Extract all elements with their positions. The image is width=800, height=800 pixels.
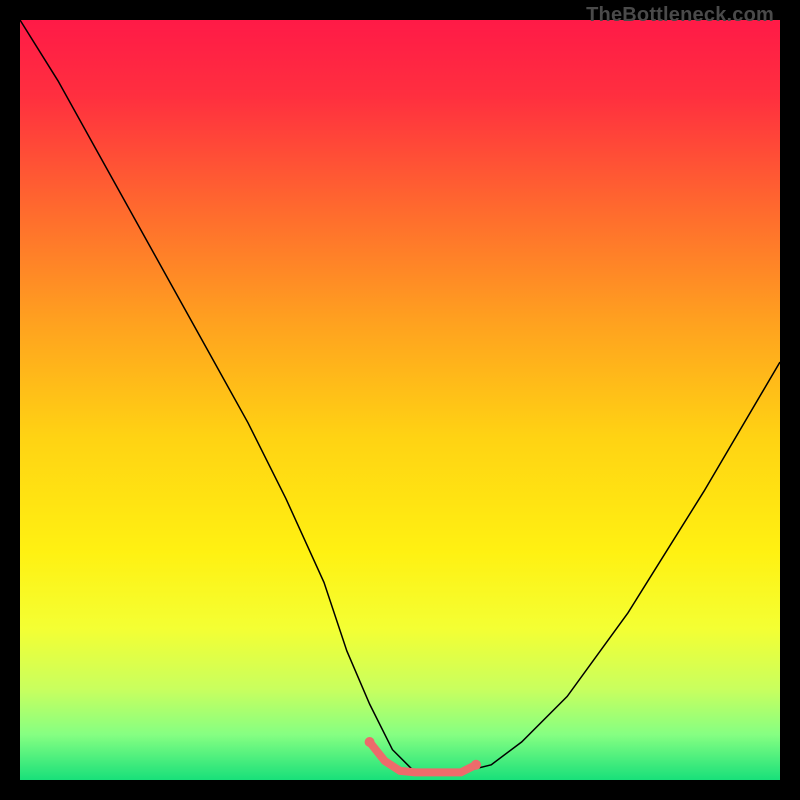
bottleneck-curve xyxy=(20,20,780,772)
watermark-text: TheBottleneck.com xyxy=(586,4,774,27)
plot-area xyxy=(20,20,780,780)
chart-frame: TheBottleneck.com xyxy=(0,0,800,800)
curve-layer xyxy=(20,20,780,780)
valley-highlight xyxy=(370,742,476,772)
